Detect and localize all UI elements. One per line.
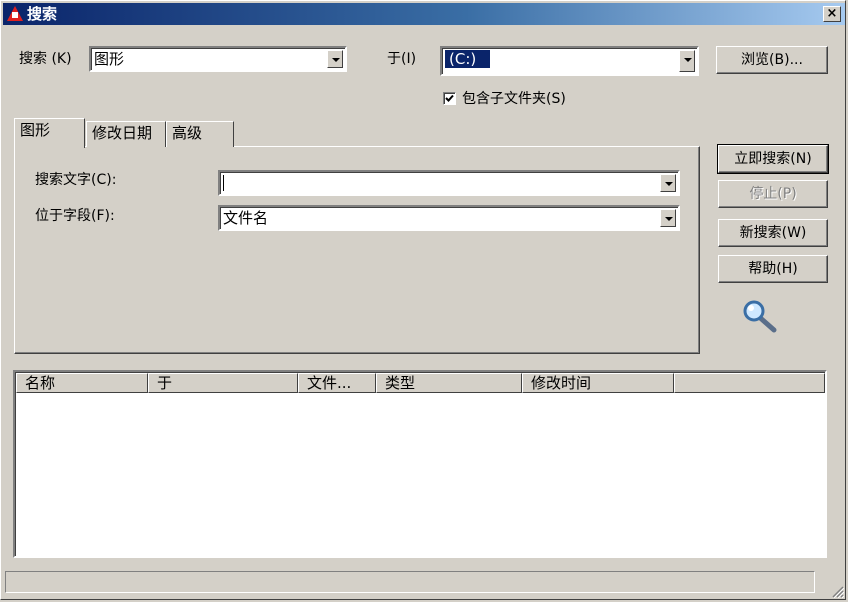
column-header-size[interactable]: 文件... (298, 373, 376, 393)
browse-button[interactable]: 浏览(B)... (716, 46, 828, 74)
location-value: (C:) (443, 49, 492, 69)
field-label: 位于字段(F): (35, 208, 115, 224)
search-type-dropdown[interactable]: 图形 (89, 46, 347, 72)
column-header-location[interactable]: 于 (148, 373, 298, 393)
title-bar[interactable]: 搜索 × (3, 3, 845, 25)
search-text-label: 搜索文字(C): (35, 172, 117, 188)
chevron-down-icon[interactable] (660, 209, 676, 227)
chevron-down-icon[interactable] (660, 174, 676, 192)
in-label: 于(I) (387, 51, 417, 67)
chevron-down-icon[interactable] (327, 50, 343, 68)
search-label: 搜索 (K) (19, 51, 72, 67)
include-subfolders-label[interactable]: 包含子文件夹(S) (462, 89, 566, 109)
include-subfolders-checkbox[interactable] (443, 92, 456, 105)
results-list[interactable]: 名称 于 文件... 类型 修改时间 (13, 370, 827, 558)
location-dropdown[interactable]: (C:) (440, 46, 699, 76)
search-now-button[interactable]: 立即搜索(N) (717, 144, 829, 174)
column-header-name[interactable]: 名称 (16, 373, 148, 393)
size-grip-icon[interactable] (830, 584, 845, 599)
column-header-type[interactable]: 类型 (376, 373, 522, 393)
checkmark-icon (445, 94, 454, 102)
field-value: 文件名 (223, 209, 269, 227)
tab-advanced[interactable]: 高级 (166, 121, 234, 147)
text-caret (223, 175, 224, 191)
status-bar (5, 571, 815, 593)
stop-button[interactable]: 停止(P) (718, 180, 828, 208)
column-header-blank[interactable] (674, 373, 825, 393)
magnifier-icon (740, 296, 780, 336)
search-text-input[interactable] (218, 170, 680, 196)
autocad-icon (7, 6, 23, 21)
search-type-value: 图形 (94, 50, 125, 68)
column-header-modified[interactable]: 修改时间 (522, 373, 674, 393)
window-title: 搜索 (27, 5, 58, 23)
chevron-down-icon[interactable] (679, 50, 695, 72)
new-search-button[interactable]: 新搜索(W) (718, 219, 828, 247)
help-button[interactable]: 帮助(H) (718, 255, 828, 283)
tab-drawing[interactable]: 图形 (14, 118, 85, 148)
close-button[interactable]: × (823, 6, 841, 22)
tab-date-modified[interactable]: 修改日期 (86, 121, 166, 147)
field-dropdown[interactable]: 文件名 (218, 205, 680, 231)
